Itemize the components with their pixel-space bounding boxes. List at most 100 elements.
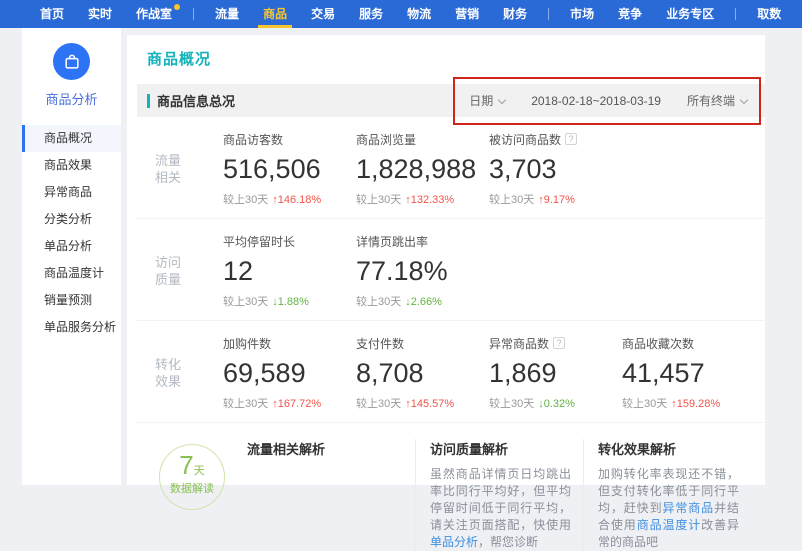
insight-title: 访问质量解析 <box>430 439 571 458</box>
section-accent-bar <box>147 94 150 108</box>
nav-item[interactable]: 作战室 <box>136 0 172 28</box>
insight-link[interactable]: 异常商品 <box>662 501 714 515</box>
nav-item[interactable]: 财务 <box>503 0 527 28</box>
nav-item[interactable]: 实时 <box>88 0 112 28</box>
nav-item[interactable]: 取数 <box>757 0 781 28</box>
insight-title: 转化效果解析 <box>598 439 739 458</box>
metric-card: 商品访客数516,506较上30天↑146.18% <box>223 131 356 207</box>
metric-value: 516,506 <box>223 154 356 184</box>
sidebar-item[interactable]: 商品效果 <box>22 152 121 179</box>
help-icon[interactable]: ? <box>565 133 577 145</box>
terminal-dropdown[interactable]: 所有终端 <box>687 92 747 109</box>
sidebar: 商品分析 商品概况商品效果异常商品分类分析单品分析商品温度计销量预测单品服务分析 <box>22 28 121 485</box>
sidebar-item[interactable]: 分类分析 <box>22 206 121 233</box>
metric-row: 流量相关商品访客数516,506较上30天↑146.18%商品浏览量1,828,… <box>137 117 765 219</box>
nav-item[interactable]: 服务 <box>359 0 383 28</box>
sidebar-item[interactable]: 异常商品 <box>22 179 121 206</box>
metric-label: 详情页跳出率 <box>356 233 489 249</box>
nav-separator <box>548 8 549 20</box>
metric-label: 异常商品数? <box>489 335 622 351</box>
change-up: ↑146.18% <box>272 194 321 206</box>
nav-separator <box>735 8 736 20</box>
nav-item[interactable]: 竞争 <box>618 0 642 28</box>
badge-number: 7 <box>179 450 193 480</box>
metric-label: 平均停留时长 <box>223 233 356 249</box>
metric-compare: 较上30天↑132.33% <box>356 191 489 207</box>
change-up: ↑132.33% <box>405 194 454 206</box>
nav-item[interactable]: 交易 <box>311 0 335 28</box>
help-icon[interactable]: ? <box>553 337 565 349</box>
metric-compare: 较上30天↑145.57% <box>356 395 489 411</box>
metric-group-label: 流量相关 <box>145 131 223 207</box>
sidebar-item[interactable]: 销量预测 <box>22 287 121 314</box>
product-bag-icon <box>53 43 90 80</box>
date-type-dropdown[interactable]: 日期 <box>469 92 505 109</box>
nav-item[interactable]: 营销 <box>455 0 479 28</box>
change-down: ↓0.32% <box>538 398 575 410</box>
nav-item[interactable]: 首页 <box>40 0 64 28</box>
metric-value: 1,828,988 <box>356 154 489 184</box>
metric-group-label: 访问质量 <box>145 233 223 309</box>
sidebar-menu: 商品概况商品效果异常商品分类分析单品分析商品温度计销量预测单品服务分析 <box>22 125 121 341</box>
sidebar-item[interactable]: 商品概况 <box>22 125 121 152</box>
metric-label: 加购件数 <box>223 335 356 351</box>
metric-label: 被访问商品数? <box>489 131 622 147</box>
nav-item[interactable]: 商品 <box>263 0 287 28</box>
metric-card: 平均停留时长12较上30天↓1.88% <box>223 233 356 309</box>
page-title: 商品概况 <box>147 48 765 69</box>
metric-compare: 较上30天↓0.32% <box>489 395 622 411</box>
nav-item[interactable]: 业务专区 <box>666 0 714 28</box>
notification-dot-icon <box>174 4 180 10</box>
badge-caption: 数据解读 <box>160 480 224 496</box>
chevron-down-icon <box>498 96 506 104</box>
insights-section: 7天 数据解读 流量相关解析 访问质量解析虽然商品详情页日均跳出率比同行平均好，但… <box>137 423 765 551</box>
section-header-bar: 商品信息总况 日期 2018-02-18~2018-03-19 所有终端 <box>137 84 765 117</box>
metric-card: 被访问商品数? 3,703 较上30天↑9.17% <box>489 131 622 207</box>
change-up: ↑145.57% <box>405 398 454 410</box>
date-range-picker[interactable]: 2018-02-18~2018-03-19 <box>531 94 661 108</box>
sidebar-item[interactable]: 单品服务分析 <box>22 314 121 341</box>
nav-item[interactable]: 物流 <box>407 0 431 28</box>
metric-group-label: 转化效果 <box>145 335 223 411</box>
filter-controls: 日期 2018-02-18~2018-03-19 所有终端 <box>469 84 747 117</box>
sidebar-item[interactable]: 单品分析 <box>22 233 121 260</box>
metric-label: 商品浏览量 <box>356 131 489 147</box>
terminal-label: 所有终端 <box>687 94 735 108</box>
metric-card: 商品收藏次数41,457较上30天↑159.28% <box>622 335 755 411</box>
insight-link[interactable]: 单品分析 <box>430 535 478 549</box>
section-title-wrap: 商品信息总况 <box>147 91 235 110</box>
metric-row: 转化效果加购件数69,589较上30天↑167.72%支付件数8,708较上30… <box>137 321 765 423</box>
sidebar-item[interactable]: 商品温度计 <box>22 260 121 287</box>
metric-compare: 较上30天↑159.28% <box>622 395 755 411</box>
metric-value: 8,708 <box>356 358 489 388</box>
main-content: 商品概况 商品信息总况 日期 2018-02-18~2018-03-19 所有终… <box>127 35 765 485</box>
badge-unit: 天 <box>194 465 205 477</box>
sidebar-section-title: 商品分析 <box>22 89 121 108</box>
metric-value: 3,703 <box>489 154 622 184</box>
data-insight-badge: 7天 数据解读 <box>159 444 225 510</box>
insight-text-segment: ，帮您诊断 <box>478 535 538 549</box>
change-up: ↑159.28% <box>671 398 720 410</box>
metrics-area: 流量相关商品访客数516,506较上30天↑146.18%商品浏览量1,828,… <box>137 117 765 423</box>
section-title: 商品信息总况 <box>157 91 235 110</box>
metric-value: 77.18% <box>356 256 489 286</box>
insight-link[interactable]: 商品温度计 <box>637 518 701 532</box>
metric-label: 商品收藏次数 <box>622 335 755 351</box>
metric-label: 商品访客数 <box>223 131 356 147</box>
nav-item[interactable]: 流量 <box>215 0 239 28</box>
nav-item[interactable]: 市场 <box>570 0 594 28</box>
insight-text: 加购转化率表现还不错，但支付转化率低于同行平均，赶快到异常商品并结合使用商品温度… <box>598 466 739 551</box>
metric-compare: 较上30天↓1.88% <box>223 293 356 309</box>
insight-column: 流量相关解析 <box>247 439 415 551</box>
metric-compare: 较上30天↑9.17% <box>489 191 622 207</box>
metric-label: 支付件数 <box>356 335 489 351</box>
metric-card: 商品浏览量 1,828,988 较上30天↑132.33% <box>356 131 489 207</box>
change-down: ↓1.88% <box>272 296 309 308</box>
metric-compare: 较上30天↓2.66% <box>356 293 489 309</box>
insight-title: 流量相关解析 <box>247 439 403 458</box>
top-nav: 首页实时作战室流量商品交易服务物流营销财务市场竞争业务专区取数学院 <box>0 0 802 28</box>
metric-card: 加购件数69,589较上30天↑167.72% <box>223 335 356 411</box>
insight-text-segment: 虽然商品详情页日均跳出率比同行平均好，但平均停留时间低于同行平均，请关注页面搭配… <box>430 467 571 532</box>
change-up: ↑167.72% <box>272 398 321 410</box>
metric-card: 支付件数 8,708 较上30天↑145.57% <box>356 335 489 411</box>
